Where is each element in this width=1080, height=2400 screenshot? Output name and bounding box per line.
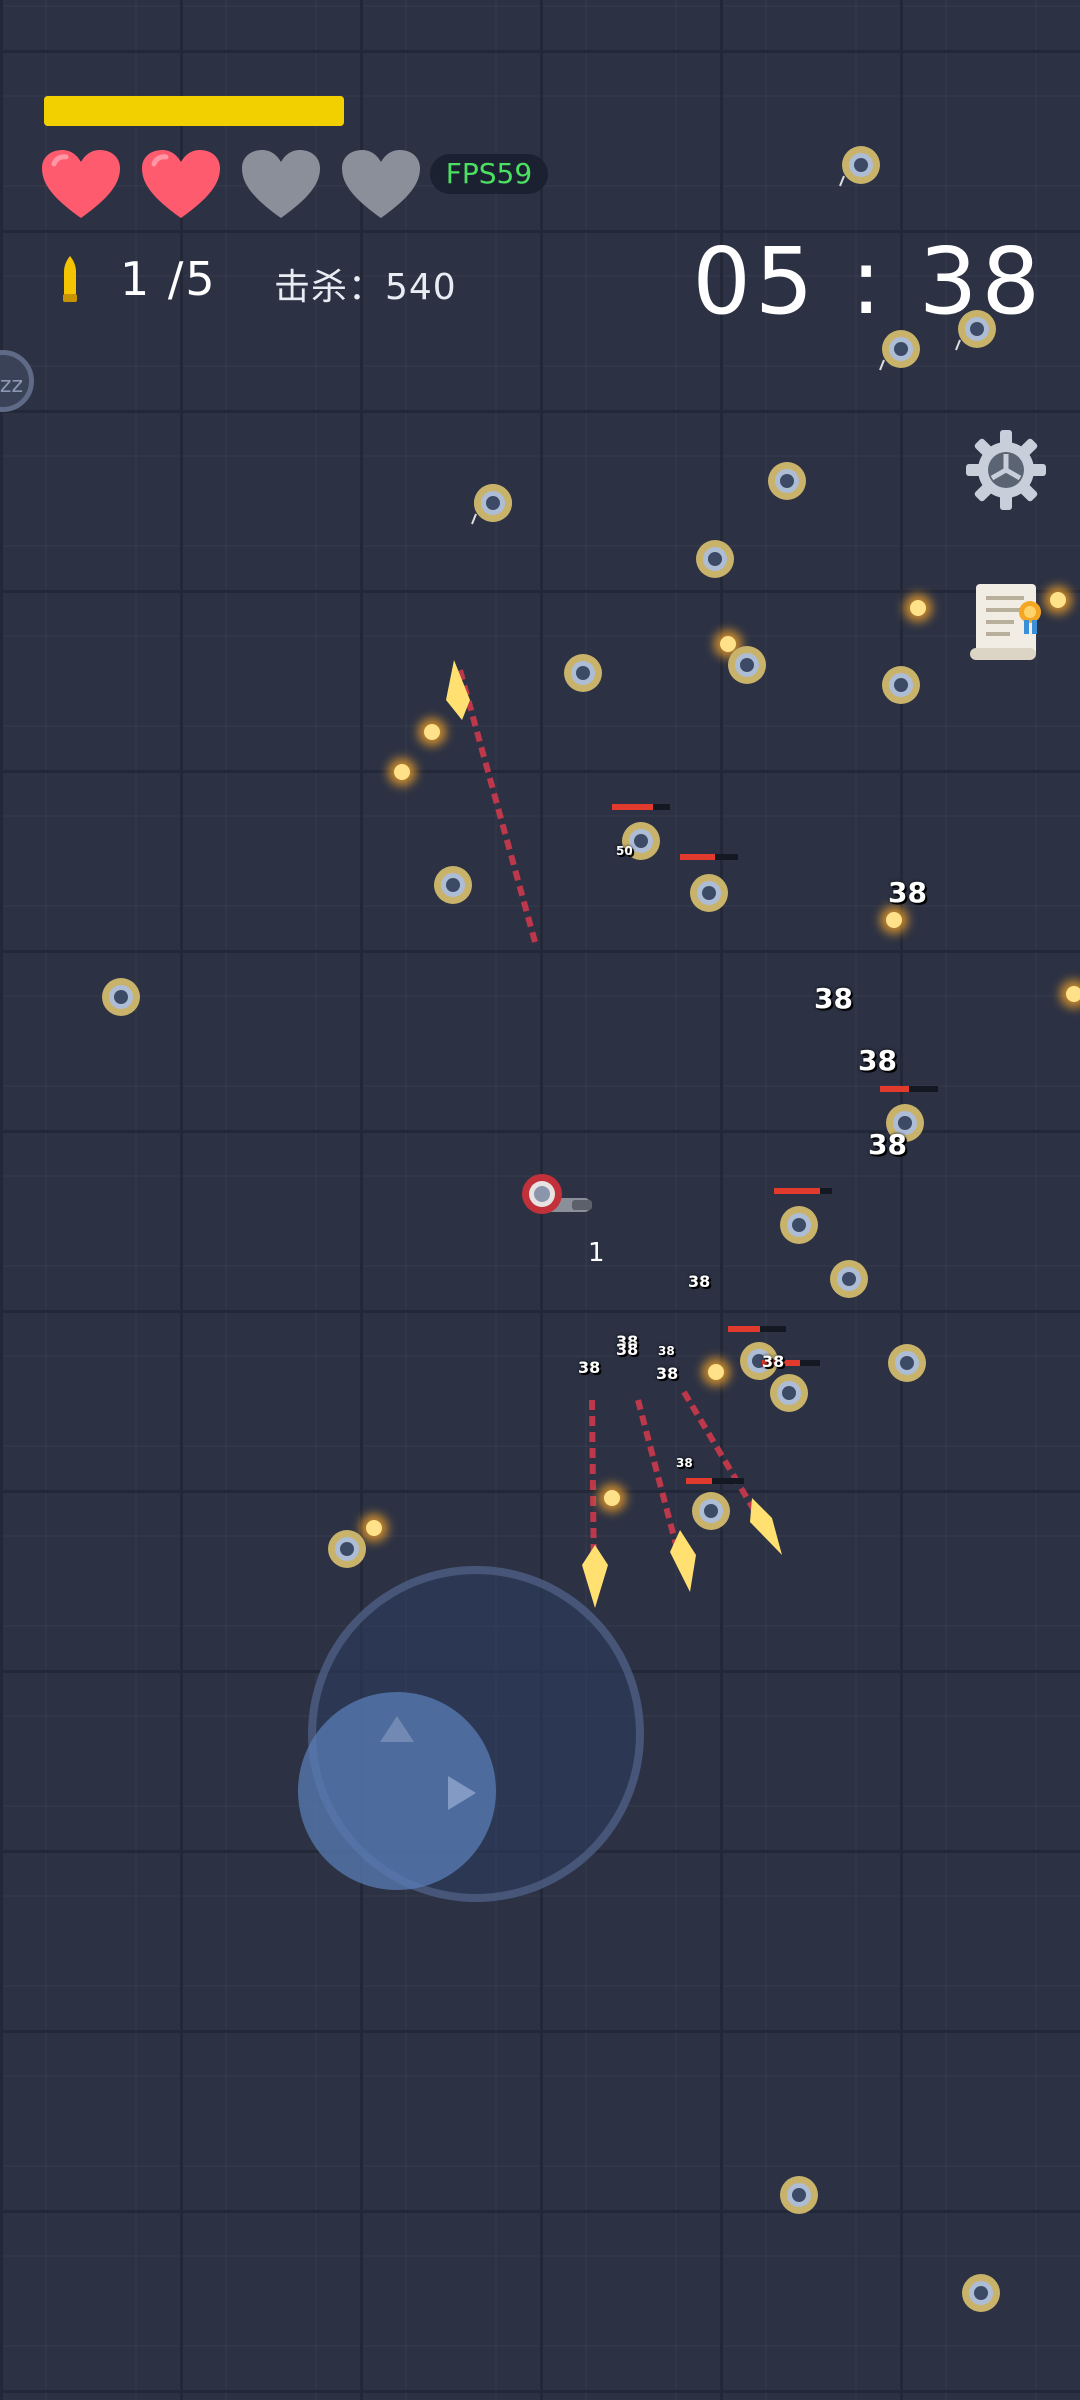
enemy-health-bar (680, 854, 738, 860)
exp-orb (886, 912, 902, 928)
damage-number: 50 (616, 844, 633, 858)
damage-number: 38 (814, 982, 853, 1015)
zombie-enemy (434, 866, 472, 904)
damage-number: 38 (676, 1456, 693, 1470)
zombie-enemy (770, 1374, 808, 1412)
heart-empty-icon (242, 150, 320, 218)
zombie-enemy (830, 1260, 868, 1298)
exp-orb (394, 764, 410, 780)
settings-button[interactable] (964, 428, 1048, 512)
quest-scroll-button[interactable] (966, 578, 1048, 664)
enemy-health-bar (728, 1326, 786, 1332)
gear-icon (966, 430, 1046, 510)
zombie-enemy (102, 978, 140, 1016)
zombie-enemy (328, 1530, 366, 1568)
exp-orb (604, 1490, 620, 1506)
enemy-health-bar (686, 1478, 744, 1484)
player-level-label: 1 (588, 1238, 605, 1268)
player-character (522, 1174, 592, 1214)
zombie-enemy (728, 646, 766, 684)
kill-count: 击杀：540 (274, 267, 457, 308)
health-hearts (40, 148, 422, 220)
damage-number: 38 (578, 1358, 601, 1377)
bullet-projectile (750, 1498, 782, 1555)
heart-full-icon (42, 150, 120, 218)
exp-orb (1066, 986, 1080, 1002)
damage-number: 38 (858, 1044, 897, 1077)
hud: FPS59 1 /5 击杀：540 05 : 38 (0, 0, 1080, 520)
scroll-icon (970, 584, 1041, 660)
damage-number: 38 (688, 1272, 711, 1291)
fps-counter: FPS59 (430, 154, 548, 194)
heart-full-icon (142, 150, 220, 218)
damage-number: 38 (658, 1344, 675, 1358)
bullet-projectile (582, 1545, 608, 1608)
damage-number: 38 (868, 1128, 907, 1161)
enemy-health-bar (880, 1086, 938, 1092)
ammo-count: 1 /5 (120, 252, 217, 306)
zombie-enemy (780, 1206, 818, 1244)
zombie-enemy (780, 2176, 818, 2214)
damage-number: 38 (762, 1352, 785, 1371)
heart-empty-icon (342, 150, 420, 218)
zombie-enemy (690, 874, 728, 912)
experience-bar (44, 96, 344, 126)
joystick-right-arrow-icon (448, 1776, 476, 1810)
bullet-projectile (670, 1530, 696, 1592)
joystick-up-arrow-icon (380, 1716, 414, 1742)
damage-number: 38 (888, 876, 927, 909)
damage-number: 38 (656, 1364, 679, 1383)
bullet-trail (635, 1399, 683, 1561)
survival-timer: 05 : 38 (692, 228, 1044, 335)
enemy-health-bar (612, 804, 670, 810)
damage-number: 38 (616, 1340, 639, 1359)
exp-orb (708, 1364, 724, 1380)
zombie-enemy (564, 654, 602, 692)
zombie-enemy (882, 666, 920, 704)
exp-orb (910, 600, 926, 616)
enemy-health-bar (774, 1188, 832, 1194)
experience-fill (44, 96, 344, 126)
zombie-enemy (696, 540, 734, 578)
zombie-enemy (692, 1492, 730, 1530)
exp-orb (424, 724, 440, 740)
zombie-enemy (888, 1344, 926, 1382)
zombie-enemy (962, 2274, 1000, 2312)
exp-orb (1050, 592, 1066, 608)
bullet-icon (63, 256, 77, 302)
